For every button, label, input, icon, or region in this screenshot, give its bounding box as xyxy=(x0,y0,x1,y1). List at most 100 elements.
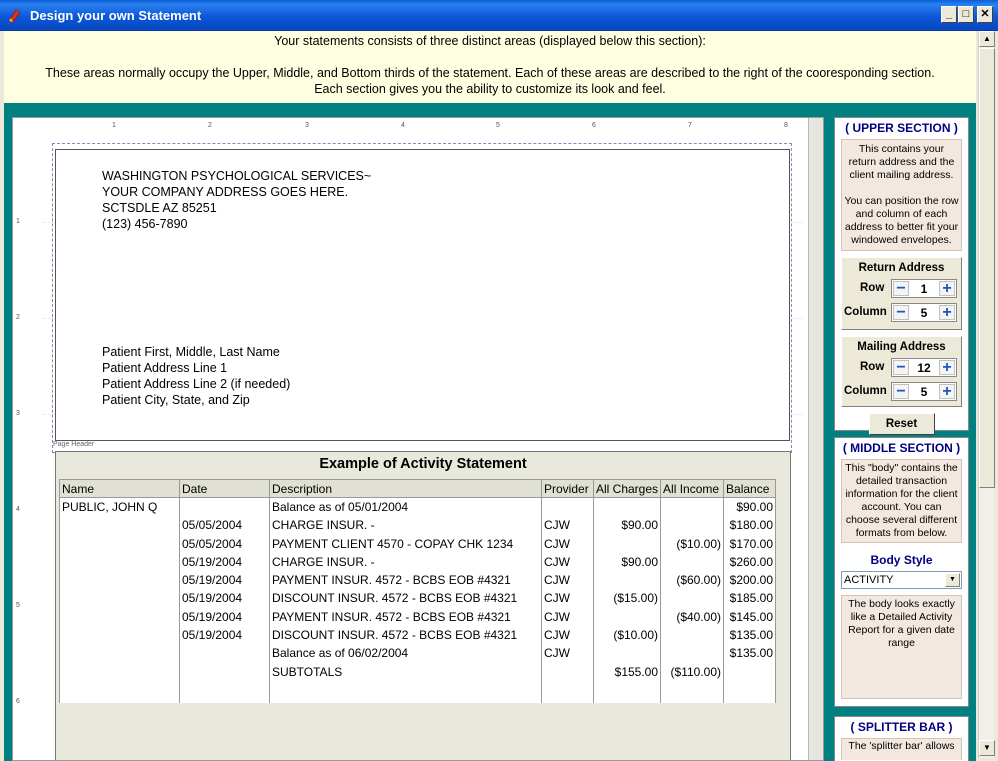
cell-description: CHARGE INSUR. - xyxy=(269,552,542,571)
cell-provider: CJW xyxy=(541,625,594,645)
return-row-stepper: − 1 + xyxy=(891,279,957,298)
cell-provider: CJW xyxy=(541,589,594,608)
body-style-label: Body Style xyxy=(870,553,933,567)
ruler-tick: 1 xyxy=(112,122,116,129)
maximize-button[interactable]: □ xyxy=(958,6,974,23)
cell-charges xyxy=(592,607,662,626)
splitter-section-title: ( SPLITTER BAR ) xyxy=(850,720,953,734)
scroll-up-icon[interactable]: ▲ xyxy=(979,31,995,47)
middle-section-title: ( MIDDLE SECTION ) xyxy=(842,441,961,455)
cell-provider: CJW xyxy=(541,552,594,571)
cell-name: PUBLIC, JOHN Q xyxy=(59,497,180,517)
ruler-tick: 5 xyxy=(496,122,500,129)
cell-name xyxy=(59,644,180,663)
mailing-address-group: Mailing Address Row − 12 + Column − 5 + xyxy=(841,336,962,407)
cell-balance: $170.00 xyxy=(723,534,777,553)
window-scrollbar[interactable]: ▲ ▼ xyxy=(978,31,995,758)
table-row: 05/19/2004 CHARGE INSUR. - CJW $90.00 $260.0… xyxy=(59,552,777,571)
table-row: 05/19/2004 DISCOUNT INSUR. 4572 - BCBS EO… xyxy=(59,589,777,608)
plus-icon[interactable]: + xyxy=(939,384,955,400)
plus-icon[interactable]: + xyxy=(939,360,955,376)
minimize-button[interactable]: _ xyxy=(941,6,957,23)
mailing-address-line: Patient City, State, and Zip xyxy=(102,393,250,407)
cell-charges: ($15.00) xyxy=(592,589,662,608)
return-address-block[interactable]: WASHINGTON PSYCHOLOGICAL SERVICES~ YOUR … xyxy=(102,168,371,232)
column-header: All Charges xyxy=(592,478,662,499)
cell-provider xyxy=(541,497,594,517)
return-column-label: Column xyxy=(844,306,887,318)
plus-icon[interactable]: + xyxy=(939,281,955,297)
cell-description: DISCOUNT INSUR. 4572 - BCBS EOB #4321 xyxy=(269,625,542,645)
activity-title: Example of Activity Statement xyxy=(319,456,527,472)
cell-provider: CJW xyxy=(541,644,594,663)
cell-name xyxy=(59,552,180,571)
cell-name xyxy=(59,570,180,590)
table-row: 05/19/2004 DISCOUNT INSUR. 4572 - BCBS EO… xyxy=(59,625,777,645)
cell-date: 05/19/2004 xyxy=(179,589,270,608)
minus-icon[interactable]: − xyxy=(893,281,909,297)
minus-icon[interactable]: − xyxy=(893,384,909,400)
minus-icon[interactable]: − xyxy=(893,360,909,376)
return-address-line: SCTSDLE AZ 85251 xyxy=(102,201,217,215)
minus-icon[interactable]: − xyxy=(893,305,909,321)
cell-income: ($40.00) xyxy=(660,607,725,626)
upper-section-description: This contains your return address and th… xyxy=(841,139,962,251)
mailing-column-value[interactable]: 5 xyxy=(910,385,938,399)
chevron-down-icon[interactable]: ▼ xyxy=(945,573,960,587)
body-style-value: ACTIVITY xyxy=(844,574,894,586)
cell-income xyxy=(660,589,725,608)
return-address-line: YOUR COMPANY ADDRESS GOES HERE. xyxy=(102,185,349,199)
activity-table: Name Date Description Provider All Charg… xyxy=(59,478,777,703)
table-row: 05/19/2004 PAYMENT INSUR. 4572 - BCBS EOB… xyxy=(59,570,777,590)
scroll-thumb[interactable] xyxy=(979,48,995,488)
cell-date: 05/05/2004 xyxy=(179,516,270,535)
cell-charges xyxy=(592,570,662,590)
plus-icon[interactable]: + xyxy=(939,305,955,321)
cell-date xyxy=(179,497,270,517)
cell-charges xyxy=(592,534,662,553)
table-row: 05/05/2004 CHARGE INSUR. - CJW $90.00 $180.0… xyxy=(59,516,777,535)
column-header: Provider xyxy=(541,478,594,499)
cell-income: ($60.00) xyxy=(660,570,725,590)
intro-line-1: Your statements consists of three distin… xyxy=(274,34,706,48)
cell-date: 05/19/2004 xyxy=(179,607,270,626)
body-style-select[interactable]: ACTIVITY ▼ xyxy=(841,571,962,589)
splitter-section-description: The 'splitter bar' allows xyxy=(841,738,962,760)
return-column-stepper: − 5 + xyxy=(891,303,957,322)
return-row-label: Row xyxy=(860,282,885,294)
cell-balance: $145.00 xyxy=(723,607,777,626)
mailing-address-block[interactable]: Patient First, Middle, Last Name Patient… xyxy=(102,344,290,408)
ruler-tick: 6 xyxy=(16,698,20,705)
cell-name xyxy=(59,662,180,681)
reset-button[interactable]: Reset xyxy=(868,413,935,435)
cell-charges: $155.00 xyxy=(592,662,662,681)
cell-provider: CJW xyxy=(541,570,594,590)
ruler-tick: 6 xyxy=(592,122,596,129)
cell-date: 05/19/2004 xyxy=(179,570,270,590)
return-row-value[interactable]: 1 xyxy=(910,282,938,296)
scroll-down-icon[interactable]: ▼ xyxy=(979,740,995,756)
mailing-column-label: Column xyxy=(844,385,887,397)
close-button[interactable]: ✕ xyxy=(977,6,993,23)
app-icon xyxy=(8,8,21,23)
cell-description: PAYMENT INSUR. 4572 - BCBS EOB #4321 xyxy=(269,570,542,590)
cell-date: 05/19/2004 xyxy=(179,625,270,645)
mailing-address-line: Patient Address Line 2 (if needed) xyxy=(102,377,291,391)
cell-charges: $90.00 xyxy=(592,516,662,535)
mailing-row-stepper: − 12 + xyxy=(891,358,957,377)
cell-date xyxy=(179,644,270,663)
cell-balance: $185.00 xyxy=(723,589,777,608)
intro-panel: Your statements consists of three distin… xyxy=(4,31,976,103)
return-column-value[interactable]: 5 xyxy=(910,306,938,320)
cell-income xyxy=(660,625,725,645)
return-address-line: (123) 456-7890 xyxy=(102,217,188,231)
cell-date xyxy=(179,662,270,681)
mailing-row-value[interactable]: 12 xyxy=(910,361,938,375)
cell-balance: $135.00 xyxy=(723,625,777,645)
ruler-tick: 1 xyxy=(16,218,20,225)
cell-income xyxy=(660,516,725,535)
cell-date: 05/19/2004 xyxy=(179,552,270,571)
table-row: 05/19/2004 PAYMENT INSUR. 4572 - BCBS EOB… xyxy=(59,607,777,626)
cell-description: SUBTOTALS xyxy=(269,662,542,681)
table-row: PUBLIC, JOHN Q Balance as of 05/01/2004 $9… xyxy=(59,497,777,517)
